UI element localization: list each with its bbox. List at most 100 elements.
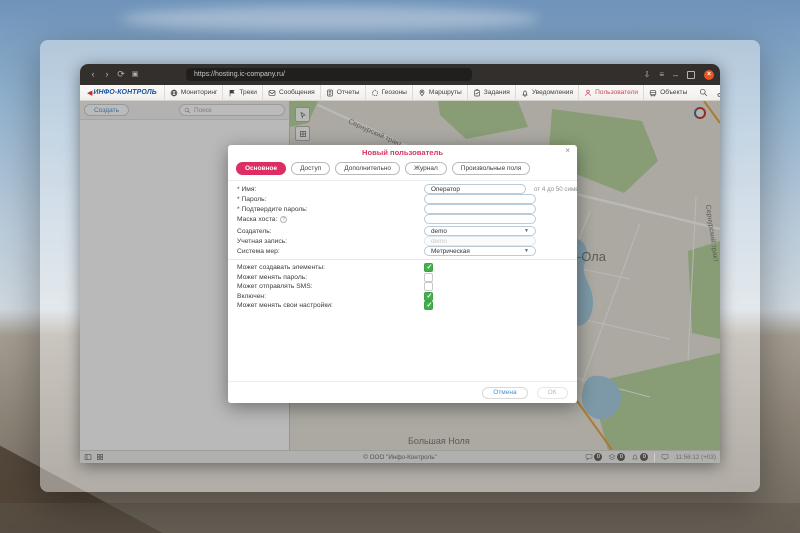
toolbar-item-tracks[interactable]: Треки xyxy=(222,85,262,101)
toolbar-item-label: Мониторинг xyxy=(181,89,218,96)
tab-main[interactable]: Основное xyxy=(236,162,286,175)
toolbar-item-label: Уведомления xyxy=(532,89,573,96)
field-label-confirm-password: * Подтвердите пароль: xyxy=(237,206,424,213)
downloads-icon[interactable]: ⇩ xyxy=(644,70,651,79)
creator-select[interactable]: demo ▼ xyxy=(424,226,536,236)
can-change-password-checkbox[interactable] xyxy=(424,273,433,282)
field-label-host-mask: Маска хоста: ? xyxy=(237,216,424,223)
app-logo: ◀ ИНФО-КОНТРОЛЬ xyxy=(80,89,164,97)
layers-icon xyxy=(608,453,616,461)
host-mask-label-text: Маска хоста: xyxy=(237,216,277,223)
reload-icon[interactable]: ⟳ xyxy=(114,64,128,85)
dialog-header: Новый пользователь × xyxy=(228,145,577,160)
user-icon xyxy=(584,89,592,97)
ok-button[interactable]: OK xyxy=(537,387,568,399)
name-hint: от 4 до 50 символов xyxy=(534,186,577,193)
cloud-shape xyxy=(120,6,540,32)
messages-badge: 0 xyxy=(594,453,602,461)
logo-arrow-icon: ◀ xyxy=(87,89,92,97)
ruler-icon[interactable] xyxy=(717,88,720,97)
measure-system-value: Метрическая xyxy=(431,248,470,255)
cancel-button[interactable]: Отмена xyxy=(482,387,527,399)
chat-icon xyxy=(585,453,593,461)
toolbar-item-users[interactable]: Пользователи xyxy=(578,85,643,101)
forward-icon[interactable]: › xyxy=(100,64,114,85)
toolbar-item-label: Отчеты xyxy=(337,89,360,96)
creator-value: demo xyxy=(431,228,447,235)
toolbar-item-label: Задания xyxy=(484,89,510,96)
document-icon xyxy=(326,89,334,97)
tab-additional[interactable]: Дополнительно xyxy=(335,162,400,175)
browser-titlebar: ‹ › ⟳ ▣ https://hosting.ic-company.ru/ ⇩… xyxy=(80,64,720,85)
field-label-account: Учетная запись: xyxy=(237,238,424,245)
envelope-icon xyxy=(268,89,276,97)
minimize-button[interactable]: – xyxy=(673,70,678,80)
help-icon[interactable]: ? xyxy=(280,216,287,223)
chevron-down-icon: ▼ xyxy=(524,248,529,254)
search-icon[interactable] xyxy=(699,88,708,97)
route-pin-icon xyxy=(418,89,426,97)
close-window-button[interactable]: × xyxy=(704,70,714,80)
toolbar-item-label: Сообщения xyxy=(279,89,315,96)
tab-journal[interactable]: Журнал xyxy=(405,162,447,175)
can-change-settings-checkbox[interactable] xyxy=(424,301,433,310)
checkbox-label-can-change-settings: Может менять свои настройки: xyxy=(237,302,424,309)
notifications-counter[interactable]: 0 xyxy=(631,453,648,461)
measure-system-select[interactable]: Метрическая ▼ xyxy=(424,246,536,256)
close-dialog-icon[interactable]: × xyxy=(565,146,570,155)
toolbar-item-tasks[interactable]: Задания xyxy=(467,85,515,101)
toolbar-item-routes[interactable]: Маршруты xyxy=(412,85,467,101)
menu-icon[interactable]: ≡ xyxy=(659,70,664,79)
home-icon[interactable]: ▣ xyxy=(128,64,142,85)
messages-counter[interactable]: 0 xyxy=(585,453,602,461)
tab-access[interactable]: Доступ xyxy=(291,162,330,175)
tab-custom-fields[interactable]: Произвольные поля xyxy=(452,162,531,175)
logo-text: ИНФО-КОНТРОЛЬ xyxy=(93,89,156,96)
notifications-badge: 0 xyxy=(640,453,648,461)
enabled-checkbox[interactable] xyxy=(424,292,433,301)
password-input[interactable] xyxy=(424,194,536,204)
geofence-icon xyxy=(371,89,379,97)
dialog-tabs: Основное Доступ Дополнительно Журнал Про… xyxy=(228,160,577,181)
monitor-icon[interactable] xyxy=(661,453,669,461)
back-icon[interactable]: ‹ xyxy=(86,64,100,85)
toolbar-item-notifications[interactable]: Уведомления xyxy=(515,85,578,101)
toolbar-item-messages[interactable]: Сообщения xyxy=(262,85,320,101)
toolbar-item-objects[interactable]: Объекты xyxy=(643,85,692,101)
toolbar-item-monitoring[interactable]: Мониторинг xyxy=(164,85,223,101)
bus-icon xyxy=(649,89,657,97)
chevron-down-icon: ▼ xyxy=(524,228,529,234)
checkbox-label-can-create: Может создавать элементы: xyxy=(237,264,424,271)
statusbar-divider xyxy=(654,453,655,462)
checkbox-label-enabled: Включен: xyxy=(237,293,424,300)
bell-icon xyxy=(631,453,639,461)
url-bar[interactable]: https://hosting.ic-company.ru/ xyxy=(186,68,472,81)
toolbar-item-geofences[interactable]: Геозоны xyxy=(365,85,412,101)
checkbox-label-can-change-password: Может менять пароль: xyxy=(237,274,424,281)
dialog-footer: Отмена OK xyxy=(228,381,577,403)
name-input[interactable] xyxy=(424,184,526,194)
globe-icon xyxy=(170,89,178,97)
account-input xyxy=(424,236,536,246)
clock-text: 11:56:12 (+03) xyxy=(675,454,716,461)
clipboard-icon xyxy=(473,89,481,97)
confirm-password-input[interactable] xyxy=(424,204,536,214)
toolbar-item-label: Маршруты xyxy=(429,89,462,96)
app-toolbar: ◀ ИНФО-КОНТРОЛЬ Мониторинг Треки Сообщен… xyxy=(80,85,720,101)
toolbar-item-reports[interactable]: Отчеты xyxy=(320,85,365,101)
form-divider xyxy=(228,259,577,260)
events-counter[interactable]: 0 xyxy=(608,453,625,461)
host-mask-input[interactable] xyxy=(424,214,536,224)
dialog-title: Новый пользователь xyxy=(362,148,443,157)
maximize-button[interactable] xyxy=(687,71,695,79)
checkbox-label-can-send-sms: Может отправлять SMS: xyxy=(237,283,424,290)
can-create-checkbox[interactable] xyxy=(424,263,433,272)
flag-icon xyxy=(228,89,236,97)
field-label-creator: Создатель: xyxy=(237,228,424,235)
desktop: ‹ › ⟳ ▣ https://hosting.ic-company.ru/ ⇩… xyxy=(0,0,800,533)
events-badge: 0 xyxy=(617,453,625,461)
toolbar-item-label: Пользователи xyxy=(595,89,638,96)
can-send-sms-checkbox[interactable] xyxy=(424,282,433,291)
toolbar-item-label: Объекты xyxy=(660,89,687,96)
toolbar-item-label: Треки xyxy=(239,89,257,96)
